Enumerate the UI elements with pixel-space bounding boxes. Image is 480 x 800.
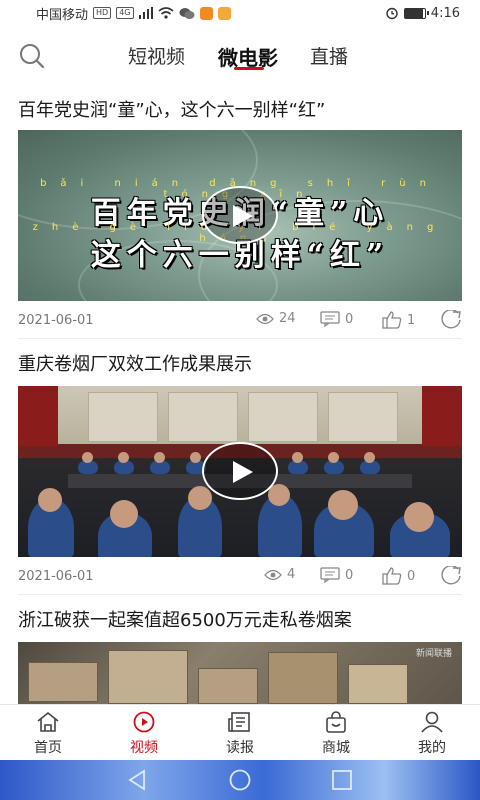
video-thumbnail[interactable]: 新闻联播: [18, 642, 462, 704]
home-circle-icon[interactable]: [228, 768, 252, 792]
status-left: 中国移动 HD 4G: [36, 4, 231, 23]
bottom-tab-label: 商城: [322, 740, 350, 756]
like-count-value: 0: [407, 568, 416, 584]
comment-count[interactable]: 0: [320, 567, 353, 583]
divider: [18, 338, 462, 339]
bottom-tab-me[interactable]: 我的: [384, 705, 480, 761]
back-icon[interactable]: [126, 768, 150, 792]
search-icon[interactable]: [18, 42, 46, 70]
comment-icon: [320, 311, 340, 327]
bottom-tab-label: 读报: [226, 740, 254, 756]
bottom-tab-label: 视频: [130, 740, 158, 756]
home-icon: [37, 711, 59, 732]
battery-icon: [403, 7, 429, 19]
thumbs-up-icon: [382, 311, 402, 329]
top-nav: 短视频 微电影 直播: [0, 28, 480, 80]
video-meta: 2021-06-01 24 0 1: [18, 310, 462, 332]
tab-short-video[interactable]: 短视频: [128, 42, 185, 69]
recent-apps-icon[interactable]: [330, 768, 354, 792]
thumbnail-watermark: 新闻联播: [415, 649, 452, 659]
eye-icon: [264, 569, 282, 580]
play-icon: [233, 205, 253, 227]
comment-count-value: 0: [345, 311, 354, 327]
view-count: 4: [264, 567, 295, 582]
alarm-icon: [386, 7, 398, 20]
play-icon: [233, 461, 253, 483]
message-app-icon: [217, 6, 231, 20]
comment-icon: [320, 567, 340, 583]
bottom-tab-mall[interactable]: 商城: [288, 705, 384, 761]
publish-date: 2021-06-01: [18, 313, 94, 328]
share-icon[interactable]: [440, 310, 462, 330]
share-icon[interactable]: [440, 566, 462, 586]
newspaper-icon: [228, 712, 250, 732]
video-card[interactable]: 重庆卷烟厂双效工作成果展示 2021-06-01 4 0 0: [0, 340, 480, 594]
video-play-icon: [133, 711, 155, 733]
video-thumbnail[interactable]: [18, 386, 462, 557]
bottom-tab-home[interactable]: 首页: [0, 705, 96, 761]
publish-date: 2021-06-01: [18, 569, 94, 584]
eye-icon: [256, 313, 274, 324]
bottom-tab-label: 首页: [34, 740, 62, 756]
video-card[interactable]: 浙江破获一起案值超6500万元走私卷烟案 新闻联播: [0, 596, 480, 704]
status-right: 4:16: [385, 6, 460, 21]
active-tab-indicator: [234, 67, 264, 70]
status-bar: 中国移动 HD 4G 4:16: [0, 0, 480, 26]
bottom-tab-bar: 首页 视频 读报 商城 我的: [0, 704, 480, 760]
hd-badge: HD: [93, 7, 112, 19]
view-count-value: 24: [279, 311, 296, 326]
wechat-icon: [179, 7, 194, 19]
bottom-tab-newspaper[interactable]: 读报: [192, 705, 288, 761]
video-app-icon: [199, 6, 213, 20]
divider: [18, 594, 462, 595]
video-card[interactable]: 百年党史润“童”心，这个六一别样“红” bǎi nián dǎng shǐ rù…: [0, 84, 480, 338]
bottom-tab-label: 我的: [418, 740, 446, 756]
user-icon: [421, 711, 443, 733]
video-thumbnail[interactable]: bǎi nián dǎng shǐ rùn tóng xīn 百年党史润“童”心…: [18, 130, 462, 301]
carrier-label: 中国移动: [36, 7, 89, 23]
video-title[interactable]: 重庆卷烟厂双效工作成果展示: [18, 350, 252, 376]
comment-count-value: 0: [345, 567, 354, 583]
like-count-value: 1: [407, 312, 416, 328]
bottom-tab-video[interactable]: 视频: [96, 705, 192, 761]
tab-live[interactable]: 直播: [310, 42, 348, 69]
like-count[interactable]: 1: [382, 311, 415, 329]
shopping-bag-icon: [326, 711, 346, 733]
view-count-value: 4: [287, 567, 296, 582]
view-count: 24: [256, 311, 296, 326]
wifi-icon: [157, 7, 174, 19]
play-button[interactable]: [202, 442, 278, 500]
video-meta: 2021-06-01 4 0 0: [18, 566, 462, 588]
comment-count[interactable]: 0: [320, 311, 353, 327]
signal-icon: [138, 7, 153, 19]
video-feed[interactable]: 百年党史润“童”心，这个六一别样“红” bǎi nián dǎng shǐ rù…: [0, 84, 480, 704]
play-button[interactable]: [202, 186, 278, 244]
video-title[interactable]: 浙江破获一起案值超6500万元走私卷烟案: [18, 606, 352, 632]
video-title[interactable]: 百年党史润“童”心，这个六一别样“红”: [18, 96, 325, 122]
clock: 4:16: [430, 5, 460, 21]
thumbs-up-icon: [382, 567, 402, 585]
system-navigation-bar: [0, 760, 480, 800]
like-count[interactable]: 0: [382, 567, 415, 585]
network-badge: 4G: [116, 7, 134, 19]
